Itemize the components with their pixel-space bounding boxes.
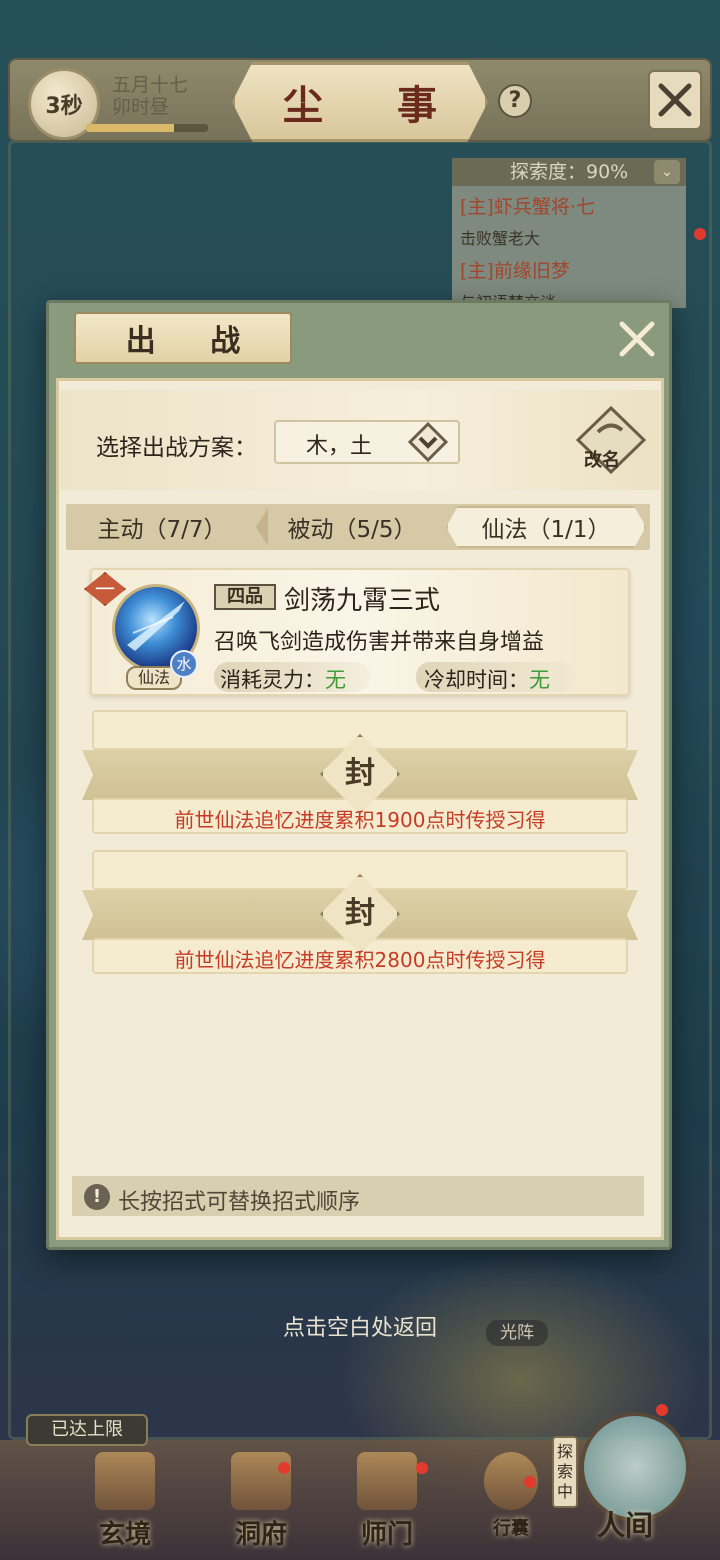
lantern-icon: [231, 1452, 291, 1510]
time-progress-fill: [86, 124, 174, 132]
nav-dongfu[interactable]: 洞府: [216, 1452, 306, 1552]
tab-label: 主动（7/7）: [97, 517, 227, 543]
collapse-quest-button[interactable]: ⌄: [654, 160, 680, 184]
time-progress-bar: [86, 124, 208, 132]
rename-label: 改名: [584, 450, 620, 471]
cooldown-stat: 冷却时间：无: [424, 664, 550, 694]
nav-label: 玄境: [98, 1520, 151, 1550]
exploring-tag: 探索中: [552, 1436, 578, 1508]
plan-value: 木，土: [306, 434, 373, 459]
cost-value: 无: [325, 668, 346, 692]
dialog-close-button[interactable]: [612, 314, 662, 364]
quest-title: [主]虾兵蟹将·七: [460, 196, 595, 218]
chevron-down-icon: ⌄: [661, 164, 673, 180]
tab-immortal-arts[interactable]: 仙法（1/1）: [446, 506, 646, 548]
tab-label: 被动（5/5）: [287, 517, 417, 543]
timer-text: 3秒: [45, 94, 83, 119]
notification-dot: [524, 1476, 536, 1488]
cooldown-label: 冷却时间：: [424, 668, 529, 692]
info-icon: !: [84, 1184, 110, 1210]
notification-dot: [694, 228, 706, 240]
skill-grade-tag: 四品: [214, 584, 276, 610]
tap-to-return-hint: 点击空白处返回: [282, 1316, 437, 1341]
nav-renjian[interactable]: 人间: [580, 1500, 670, 1550]
banner-icon: [357, 1452, 417, 1510]
tab-label: 仙法（1/1）: [481, 517, 611, 543]
tab-passive-skills[interactable]: 被动（5/5）: [262, 506, 442, 548]
cost-label: 消耗灵力：: [220, 668, 325, 692]
close-icon: [658, 83, 692, 117]
chevron-down-icon: [407, 421, 449, 463]
quest-item[interactable]: [主]虾兵蟹将·七 击败蟹老大: [460, 192, 686, 249]
limit-badge: 已达上限: [26, 1414, 148, 1446]
plan-label: 选择出战方案：: [96, 435, 257, 461]
close-icon: [619, 321, 655, 357]
notification-dot: [278, 1462, 290, 1474]
notification-dot: [416, 1462, 428, 1474]
explore-progress: 探索度：90%: [452, 158, 686, 186]
plan-dropdown-arrow[interactable]: [407, 421, 449, 463]
water-element-badge: 水: [170, 650, 198, 678]
locked-skill-slot[interactable]: 封 前世仙法追忆进度累积2800点时传授习得: [82, 850, 638, 976]
nav-label: 行囊: [493, 1518, 529, 1539]
cooldown-value: 无: [529, 668, 550, 692]
quest-title: [主]前缘旧梦: [460, 260, 570, 282]
skill-name: 剑荡九霄三式: [284, 586, 441, 616]
date-line-2: 卯时昼: [112, 96, 170, 118]
unlock-requirement: 前世仙法追忆进度累积2800点时传授习得: [174, 948, 546, 972]
date-line-1: 五月十七: [112, 74, 189, 96]
unlock-requirement: 前世仙法追忆进度累积1900点时传授习得: [174, 808, 546, 832]
light-array-label[interactable]: 光阵: [486, 1320, 548, 1346]
nav-label: 师门: [360, 1520, 413, 1550]
dialog-title: 出 战: [125, 324, 263, 359]
tip-text: 长按招式可替换招式顺序: [118, 1190, 361, 1215]
cost-stat: 消耗灵力：无: [220, 664, 346, 694]
page-title: 尘 事: [283, 82, 467, 129]
nav-xuanjing[interactable]: 玄境: [80, 1452, 170, 1552]
help-button[interactable]: ?: [498, 84, 532, 118]
quest-subtitle: 击败蟹老大: [460, 229, 541, 248]
skill-description: 召唤飞剑造成伤害并带来自身增益: [214, 630, 545, 655]
nav-label: 洞府: [234, 1520, 287, 1550]
nav-xingnang[interactable]: 行囊: [466, 1452, 556, 1552]
tab-active-skills[interactable]: 主动（7/7）: [72, 506, 252, 548]
close-page-button[interactable]: [648, 70, 702, 130]
nav-label: 人间: [596, 1509, 653, 1542]
page-title-plaque: 尘 事: [232, 62, 488, 142]
locked-skill-slot[interactable]: 封 前世仙法追忆进度累积1900点时传授习得: [82, 710, 638, 836]
dialog-title-plaque: 出 战: [74, 312, 292, 364]
date-display: 五月十七 卯时昼: [112, 74, 188, 118]
scroll-icon: [95, 1452, 155, 1510]
notification-dot: [656, 1404, 668, 1416]
